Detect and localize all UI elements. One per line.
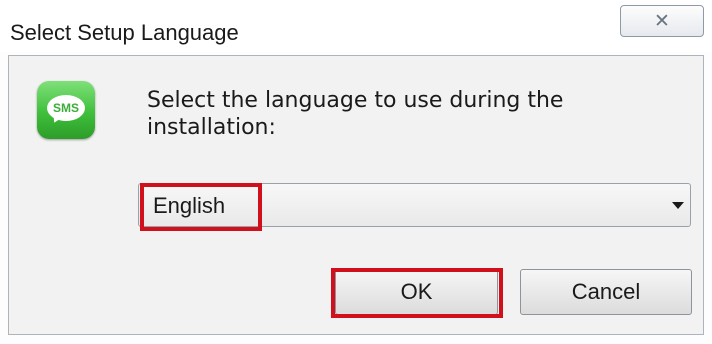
setup-language-dialog: Select Setup Language ✕ SMS Select the l…	[0, 0, 712, 344]
cancel-button[interactable]: Cancel	[520, 269, 692, 315]
sms-icon-label: SMS	[52, 101, 79, 115]
sms-app-icon: SMS	[37, 81, 95, 139]
chevron-down-icon[interactable]	[672, 202, 684, 209]
language-select[interactable]: English	[138, 183, 691, 227]
ok-button[interactable]: OK	[335, 269, 498, 315]
close-button[interactable]: ✕	[620, 5, 704, 37]
close-x-icon: ✕	[654, 10, 670, 32]
title-bar: Select Setup Language ✕	[0, 0, 712, 52]
language-prompt: Select the language to use during the in…	[147, 88, 564, 140]
dialog-body: SMS Select the language to use during th…	[8, 55, 704, 335]
language-select-value: English	[153, 193, 226, 218]
window-title: Select Setup Language	[10, 20, 239, 45]
